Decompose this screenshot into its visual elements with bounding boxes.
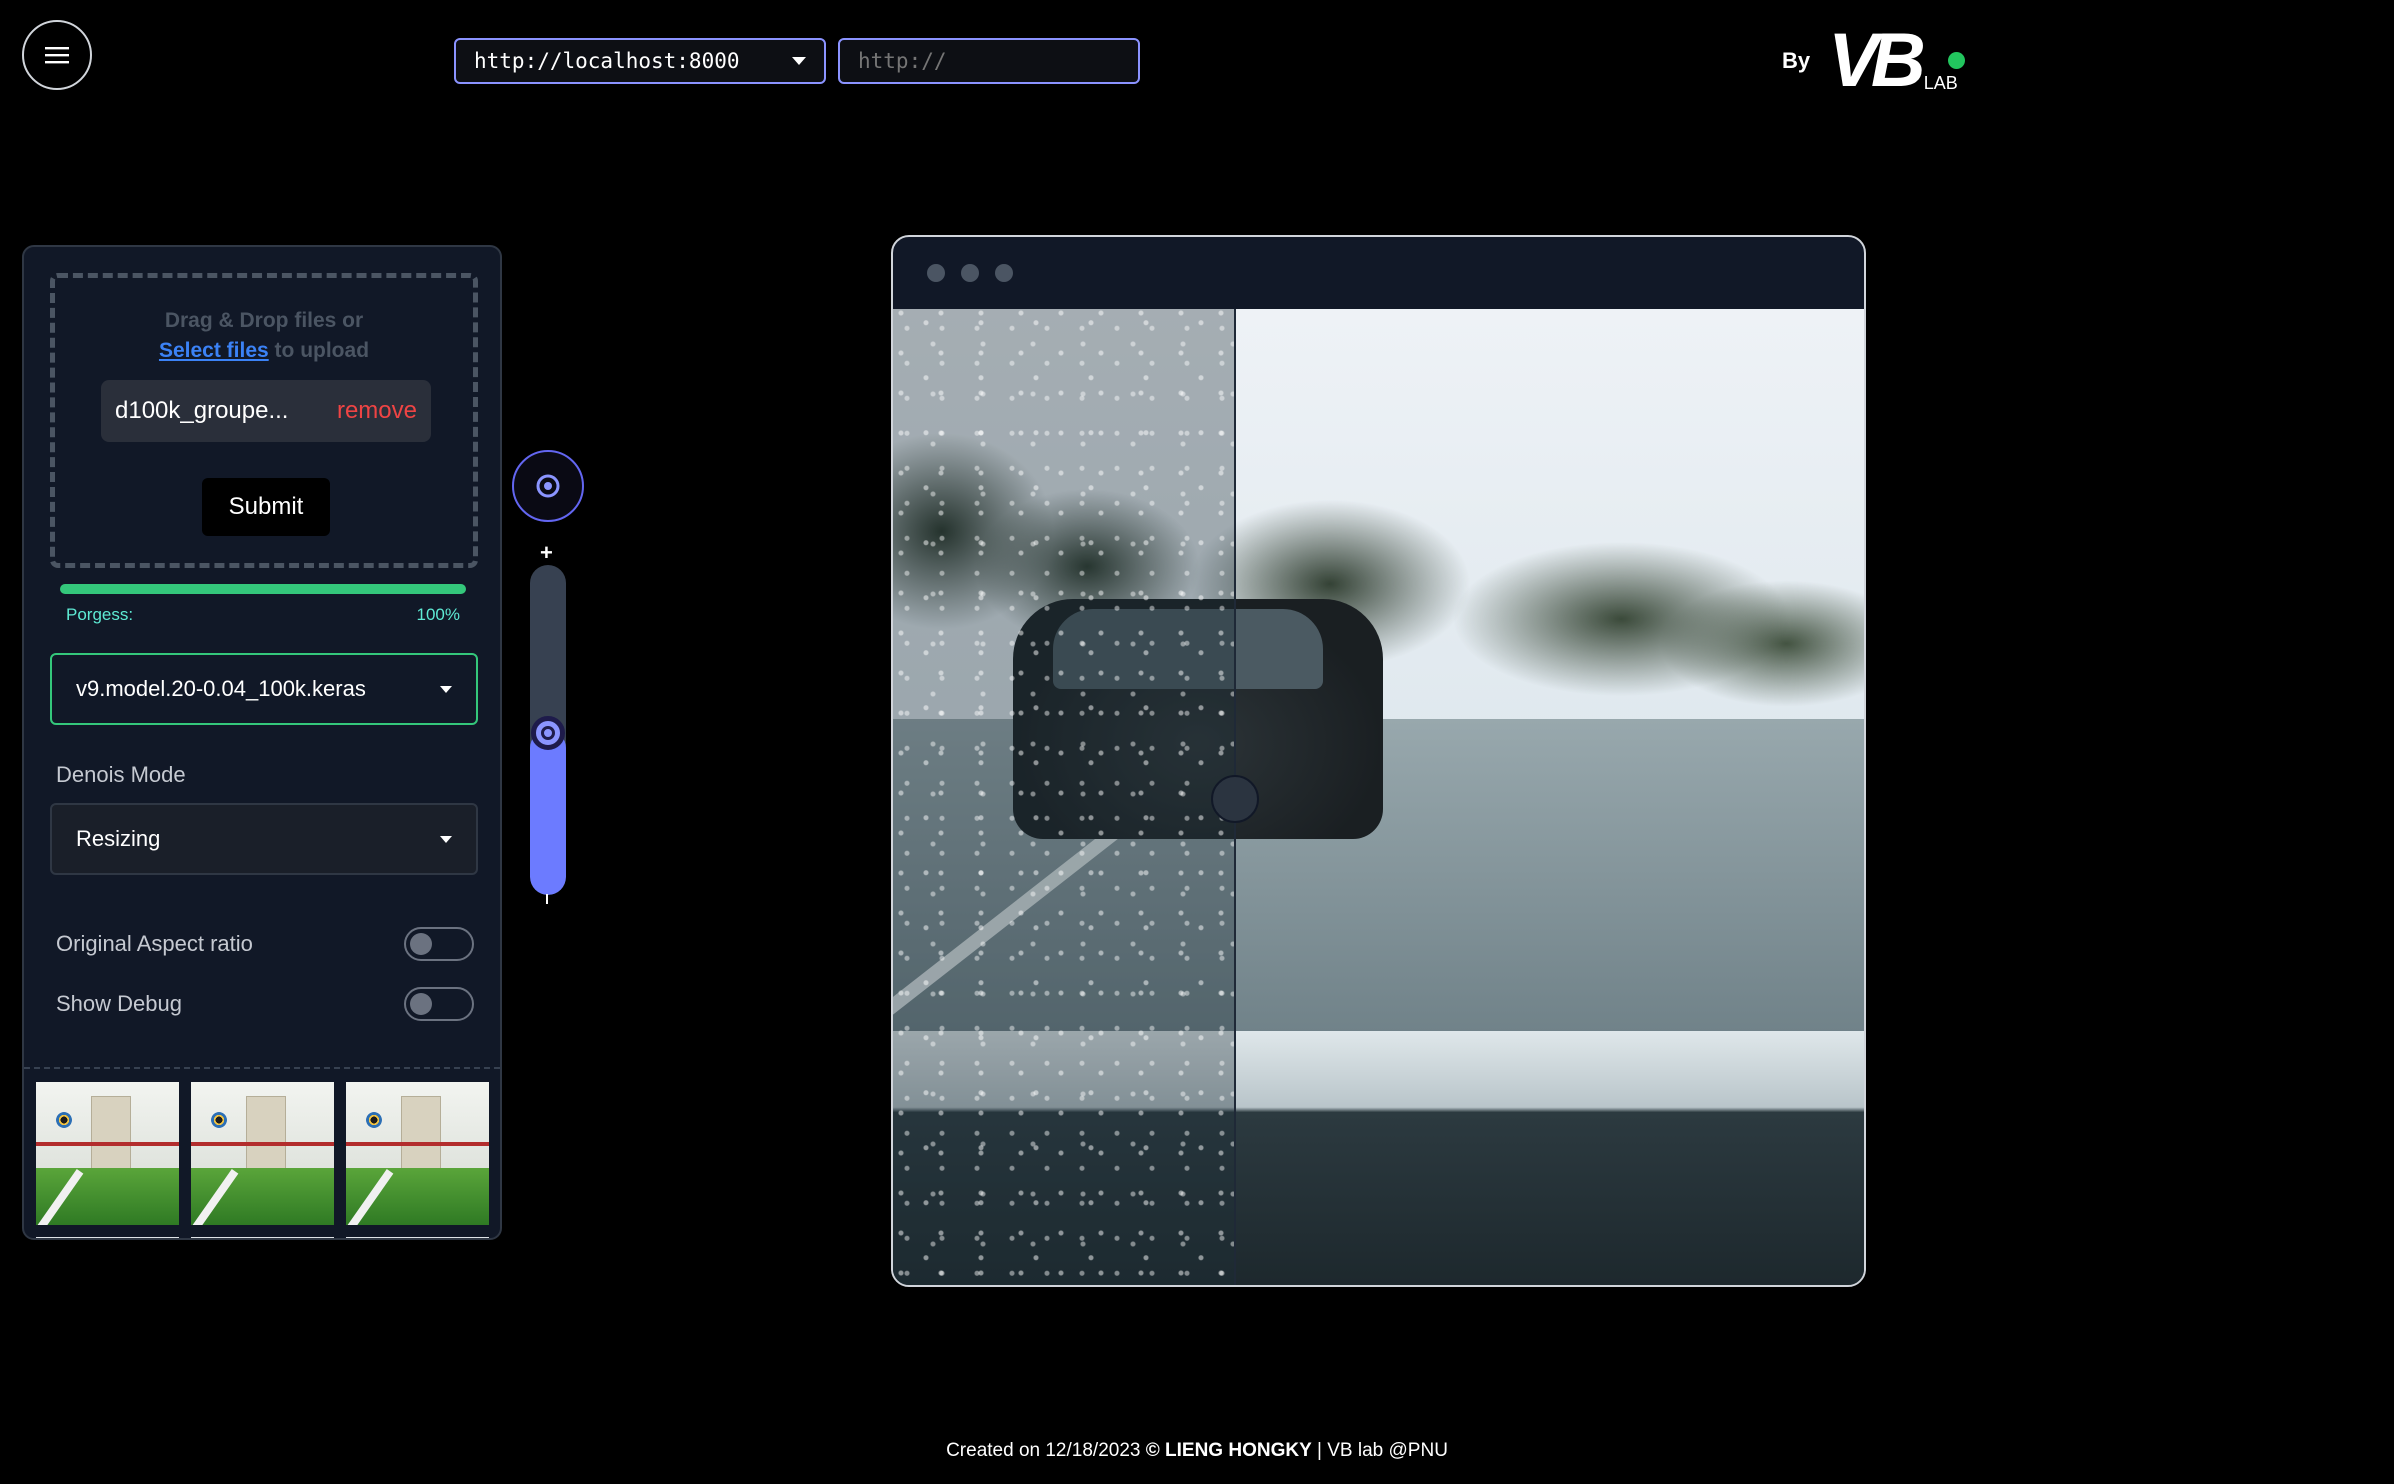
show-debug-row: Show Debug: [56, 987, 474, 1021]
dropzone-prompt: Drag & Drop files or Select files to upl…: [55, 306, 473, 366]
chevron-down-icon: [440, 685, 452, 693]
progress-bar: [60, 584, 466, 594]
toggle-knob: [410, 993, 432, 1015]
zoom-in-icon[interactable]: +: [540, 540, 553, 566]
hamburger-icon: [45, 47, 69, 64]
menu-button[interactable]: [22, 20, 92, 90]
server-url-select[interactable]: http://localhost:8000: [454, 38, 826, 84]
denoise-mode-value: Resizing: [76, 826, 161, 851]
rainy-original-half: [893, 309, 1236, 1285]
denoise-mode-select[interactable]: Resizing: [50, 803, 478, 875]
window-dot-icon: [995, 264, 1013, 282]
zoom-slider-thumb[interactable]: [531, 716, 565, 750]
footer-suffix: | VB lab @PNU: [1311, 1440, 1448, 1461]
viewer-titlebar: [893, 237, 1864, 309]
compare-handle[interactable]: [1211, 775, 1259, 823]
model-select[interactable]: v9.model.20-0.04_100k.keras: [50, 653, 478, 725]
progress-value: 100%: [416, 605, 460, 624]
server-url-value: http://localhost:8000: [474, 49, 740, 73]
file-dropzone[interactable]: Drag & Drop files or Select files to upl…: [50, 273, 478, 568]
gallery-thumbnail[interactable]: [36, 1082, 179, 1225]
zoom-slider-fill: [530, 730, 566, 895]
dropzone-line1: Drag & Drop files or: [164, 309, 364, 332]
footer-copyright: © LIENG HONGKY: [1145, 1440, 1312, 1461]
comparison-image[interactable]: [893, 309, 1864, 1285]
chevron-down-icon: [440, 835, 452, 843]
focus-button[interactable]: [512, 450, 584, 522]
show-debug-label: Show Debug: [56, 991, 182, 1016]
select-files-link[interactable]: Select files: [159, 339, 269, 362]
toggle-knob: [410, 933, 432, 955]
selected-file-chip: d100k_groupe... remove: [101, 380, 431, 442]
gallery-thumbnail[interactable]: [346, 1237, 489, 1238]
gallery-row-partial: [36, 1237, 489, 1238]
aspect-ratio-row: Original Aspect ratio: [56, 927, 474, 961]
custom-url-input[interactable]: [838, 38, 1140, 84]
brand-logo: By VB LAB: [1782, 18, 1965, 103]
gallery-thumbnail[interactable]: [191, 1082, 334, 1225]
denoise-mode-label: Denois Mode: [56, 762, 186, 787]
aspect-ratio-toggle[interactable]: [404, 927, 474, 961]
model-select-value: v9.model.20-0.04_100k.keras: [76, 676, 366, 701]
window-dot-icon: [927, 264, 945, 282]
brand-lab: LAB: [1923, 73, 1958, 93]
chevron-down-icon: [792, 57, 806, 65]
image-compare-viewer: [891, 235, 1866, 1287]
file-name: d100k_groupe...: [115, 397, 289, 424]
window-dot-icon: [961, 264, 979, 282]
aspect-ratio-label: Original Aspect ratio: [56, 931, 253, 956]
progress-label: Porgess:: [66, 605, 134, 624]
dropzone-suffix: to upload: [268, 339, 370, 362]
footer-prefix: Created on 12/18/2023: [946, 1440, 1146, 1461]
brand-vb: VB: [1828, 18, 1926, 103]
status-indicator: [1948, 52, 1965, 69]
gallery-thumbnail[interactable]: [36, 1237, 179, 1238]
image-gallery: [36, 1082, 489, 1225]
submit-button[interactable]: Submit: [202, 478, 330, 536]
target-icon: [536, 474, 560, 498]
page-footer: Created on 12/18/2023 © LIENG HONGKY | V…: [0, 1440, 2394, 1462]
gallery-thumbnail[interactable]: [191, 1237, 334, 1238]
gallery-thumbnail[interactable]: [346, 1082, 489, 1225]
progress-fill: [60, 584, 466, 594]
control-sidebar: Drag & Drop files or Select files to upl…: [22, 245, 502, 1240]
brand-by: By: [1782, 48, 1811, 73]
remove-file-button[interactable]: remove: [337, 397, 417, 425]
gallery-divider: [24, 1067, 500, 1069]
show-debug-toggle[interactable]: [404, 987, 474, 1021]
zoom-out-icon[interactable]: [546, 894, 548, 904]
